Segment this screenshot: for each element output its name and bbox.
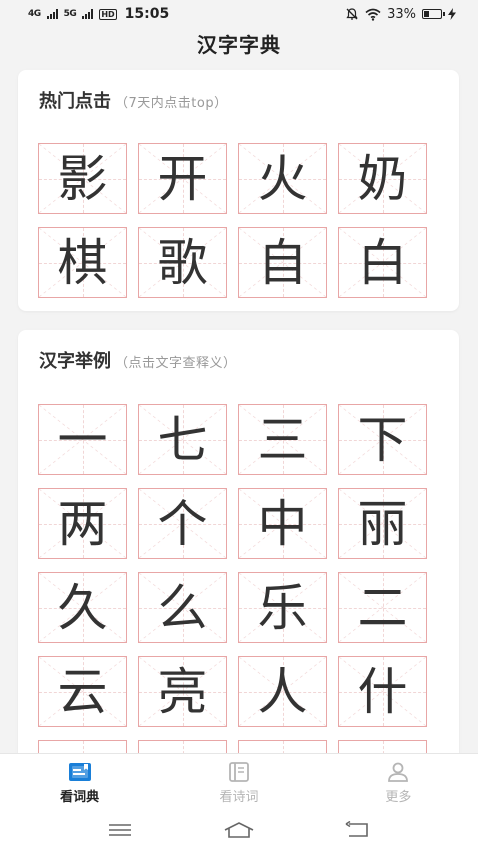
character-glyph: 么: [157, 578, 208, 637]
character-glyph: 中: [257, 494, 308, 553]
character-cell[interactable]: 什: [338, 656, 427, 727]
character-glyph: 个: [157, 494, 208, 553]
home-icon: [224, 822, 254, 838]
section-title: 热门点击: [39, 91, 111, 112]
battery-icon: [422, 9, 445, 19]
character-glyph: 乐: [257, 578, 308, 637]
character-glyph: 三: [257, 410, 308, 469]
character-cell[interactable]: 开: [138, 143, 227, 214]
nav-item-poetry[interactable]: 看诗词: [159, 754, 318, 811]
nav-label: 更多: [385, 789, 412, 805]
character-cell[interactable]: 丽: [338, 488, 427, 559]
bottom-nav: 看词典 看诗词 更多: [0, 753, 478, 811]
wifi-icon: [365, 8, 381, 21]
character-cell[interactable]: 七: [138, 404, 227, 475]
character-glyph: 七: [157, 410, 208, 469]
character-cell[interactable]: 亮: [138, 656, 227, 727]
hot-chars-grid: 影开火奶棋歌自白: [38, 143, 427, 298]
nav-label: 看诗词: [219, 789, 259, 805]
character-glyph: 两: [57, 494, 108, 553]
nav-item-more[interactable]: 更多: [319, 754, 478, 811]
page-title: 汉字字典: [197, 32, 281, 57]
battery-percent: 33%: [387, 6, 416, 22]
character-cell[interactable]: 火: [238, 143, 327, 214]
menu-button[interactable]: [100, 815, 140, 845]
character-glyph: 什: [357, 662, 408, 721]
status-right: 33%: [345, 7, 456, 22]
character-cell[interactable]: 个: [138, 488, 227, 559]
character-glyph: 一: [57, 410, 108, 469]
system-nav-bar: [0, 810, 478, 850]
character-glyph: 云: [57, 662, 108, 721]
character-glyph: 火: [257, 149, 308, 208]
character-cell[interactable]: 白: [338, 227, 427, 298]
character-glyph: 久: [57, 578, 108, 637]
example-chars-grid: 一七三下两个中丽久么乐二云亮人什: [38, 404, 427, 770]
charging-bolt-icon: [448, 8, 456, 20]
signal-bars-icon: [82, 9, 94, 19]
character-cell[interactable]: 中: [238, 488, 327, 559]
character-glyph: 歌: [157, 233, 208, 292]
character-cell[interactable]: 歌: [138, 227, 227, 298]
character-cell[interactable]: 一: [38, 404, 127, 475]
nav-label: 看词典: [60, 789, 100, 805]
back-button[interactable]: [338, 815, 378, 845]
character-cell[interactable]: 久: [38, 572, 127, 643]
status-left: 4G 5G HD 15:05: [28, 6, 169, 22]
character-cell[interactable]: 三: [238, 404, 327, 475]
section-subtitle: （7天内点击top）: [115, 96, 228, 111]
character-cell[interactable]: 影: [38, 143, 127, 214]
character-glyph: 二: [357, 578, 408, 637]
character-glyph: 影: [57, 149, 108, 208]
character-cell[interactable]: 自: [238, 227, 327, 298]
hot-clicks-card: 热门点击 （7天内点击top） 影开火奶棋歌自白: [18, 70, 459, 311]
character-glyph: 丽: [357, 494, 408, 553]
section-subtitle: （点击文字查释义）: [115, 356, 237, 371]
character-cell[interactable]: 奶: [338, 143, 427, 214]
character-glyph: 下: [357, 410, 408, 469]
character-cell[interactable]: 云: [38, 656, 127, 727]
character-cell[interactable]: 乐: [238, 572, 327, 643]
clock: 15:05: [124, 6, 170, 22]
nav-item-dictionary[interactable]: 看词典: [0, 754, 159, 811]
character-glyph: 棋: [57, 233, 108, 292]
character-glyph: 亮: [157, 662, 208, 721]
section-title: 汉字举例: [39, 351, 111, 372]
home-button[interactable]: [219, 815, 259, 845]
character-cell[interactable]: 么: [138, 572, 227, 643]
hot-clicks-heading: 热门点击 （7天内点击top）: [39, 87, 228, 113]
character-glyph: 人: [257, 662, 308, 721]
mute-bell-icon: [346, 8, 358, 20]
character-cell[interactable]: 二: [338, 572, 427, 643]
examples-heading: 汉字举例 （点击文字查释义）: [39, 347, 237, 373]
hd-badge: HD: [99, 8, 117, 20]
character-cell[interactable]: 下: [338, 404, 427, 475]
character-cell[interactable]: 两: [38, 488, 127, 559]
network-5g-label: 5G: [63, 9, 77, 19]
status-bar: 4G 5G HD 15:05 33%: [0, 0, 478, 28]
character-glyph: 自: [257, 233, 308, 292]
character-glyph: 开: [157, 149, 208, 208]
book-icon: [229, 761, 249, 782]
user-icon: [388, 762, 409, 782]
menu-icon: [108, 824, 131, 836]
character-cell[interactable]: 人: [238, 656, 327, 727]
signal-bars-icon: [46, 9, 58, 19]
network-4g-label: 4G: [28, 9, 41, 19]
examples-card: 汉字举例 （点击文字查释义） 一七三下两个中丽久么乐二云亮人什: [18, 330, 459, 770]
character-glyph: 奶: [357, 149, 408, 208]
back-icon: [345, 821, 369, 837]
character-glyph: 白: [357, 233, 408, 292]
character-cell[interactable]: 棋: [38, 227, 127, 298]
dictionary-icon: [68, 762, 91, 781]
